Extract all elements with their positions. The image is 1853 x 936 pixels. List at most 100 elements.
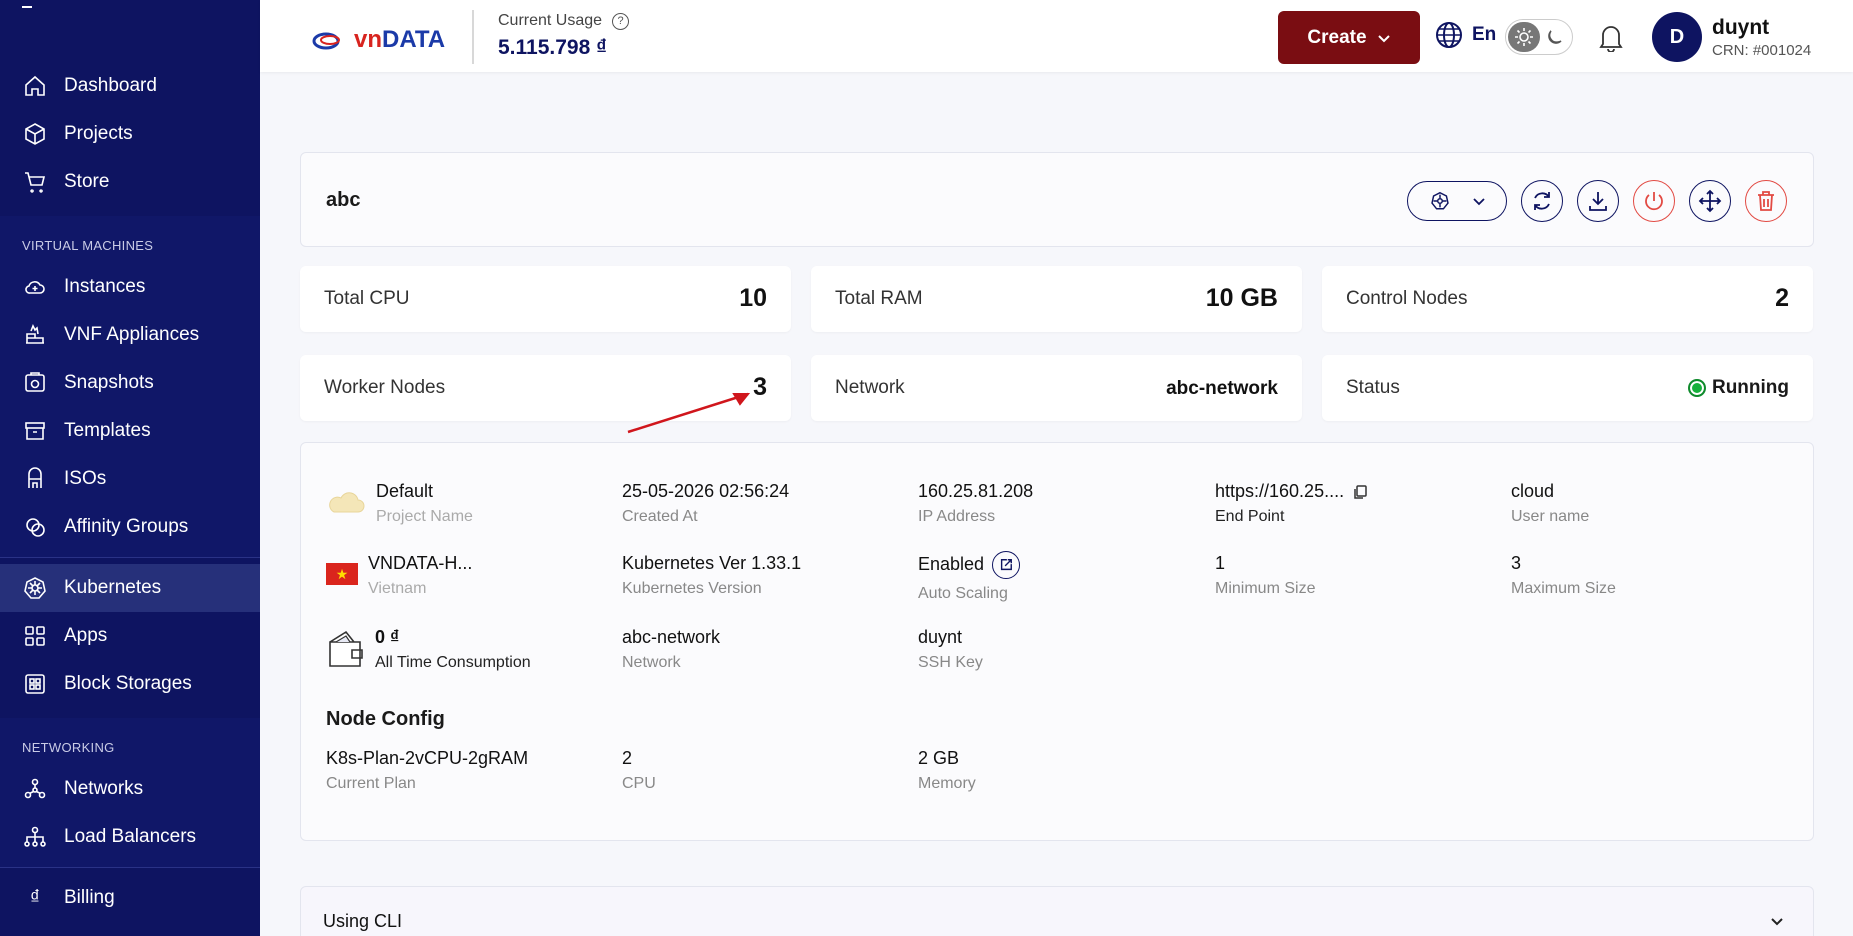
power-button[interactable] xyxy=(1633,180,1675,222)
maximum-size-cell: 3 Maximum Size xyxy=(1511,553,1616,598)
sidebar-item-label: Instances xyxy=(64,276,146,297)
group-title: NETWORKING xyxy=(22,740,115,755)
wallet-icon xyxy=(329,630,363,667)
kubernetes-version-cell: Kubernetes Ver 1.33.1 Kubernetes Version xyxy=(622,553,801,598)
node-memory-label: Memory xyxy=(918,775,976,792)
user-crn: CRN: #001024 xyxy=(1712,42,1812,59)
node-memory: 2 GB xyxy=(918,748,960,768)
cluster-name: abc xyxy=(326,189,361,211)
sidebar: Dashboard Projects Store VIRTUAL MACHINE… xyxy=(0,0,260,936)
sidebar-item-block-storages[interactable]: Block Storages xyxy=(0,660,260,708)
menu-toggle[interactable] xyxy=(22,6,32,8)
edit-autoscale-icon[interactable] xyxy=(992,551,1021,579)
avatar[interactable]: D xyxy=(1652,12,1702,62)
username-label: User name xyxy=(1511,508,1590,525)
node-cpu-cell: 2 CPU xyxy=(622,748,656,793)
dong-icon: ₫ xyxy=(29,886,41,909)
node-memory-cell: 2 GB Memory xyxy=(918,748,976,793)
help-icon[interactable]: ? xyxy=(612,12,630,30)
sidebar-item-billing[interactable]: ₫ Billing xyxy=(0,874,260,922)
user-info[interactable]: duynt CRN: #001024 xyxy=(1712,16,1811,59)
endpoint-value: https://160.25.... xyxy=(1215,481,1345,501)
ip-address: 160.25.81.208 xyxy=(918,481,1034,501)
network-icon xyxy=(22,776,48,802)
username: cloud xyxy=(1511,481,1555,501)
sidebar-item-label: Billing xyxy=(64,887,115,908)
trash-icon xyxy=(1758,191,1774,211)
sidebar-item-networks[interactable]: Networks xyxy=(0,765,260,813)
stat-value: 2 xyxy=(1775,284,1789,312)
using-cli-title: Using CLI xyxy=(323,911,403,931)
language-switcher[interactable]: En xyxy=(1434,20,1496,50)
sidebar-item-store[interactable]: Store xyxy=(0,158,260,206)
cart-icon xyxy=(22,169,48,195)
sidebar-item-label: Snapshots xyxy=(64,372,154,393)
minimum-size-cell: 1 Minimum Size xyxy=(1215,553,1315,598)
maximum-size-label: Maximum Size xyxy=(1511,580,1616,597)
stat-value: 10 xyxy=(739,284,767,312)
sidebar-item-apps[interactable]: Apps xyxy=(0,612,260,660)
status-text: Running xyxy=(1711,377,1789,398)
apps-icon xyxy=(22,623,48,649)
home-icon xyxy=(22,73,48,99)
stat-total-ram: Total RAM 10 GB xyxy=(811,266,1302,332)
user-name: duynt xyxy=(1712,16,1770,39)
stat-label: Total CPU xyxy=(324,288,410,309)
annotation-arrow-icon xyxy=(627,392,751,434)
create-button[interactable]: Create xyxy=(1278,11,1420,64)
node-cpu: 2 xyxy=(622,748,633,768)
stat-total-cpu: Total CPU 10 xyxy=(300,266,791,332)
created-at-cell: 25-05-2026 02:56:24 Created At xyxy=(622,481,789,526)
sidebar-item-vnf-appliances[interactable]: VNF Appliances xyxy=(0,311,260,359)
camera-icon xyxy=(22,370,48,396)
sidebar-item-dashboard[interactable]: Dashboard xyxy=(0,62,260,110)
copy-icon[interactable] xyxy=(1352,484,1368,500)
current-plan: K8s-Plan-2vCPU-2gRAM xyxy=(326,748,529,768)
stat-label: Control Nodes xyxy=(1346,288,1468,309)
kubernetes-icon xyxy=(22,575,48,601)
sidebar-item-kubernetes[interactable]: Kubernetes xyxy=(0,564,260,612)
vndata-logo[interactable]: vn DATA xyxy=(312,26,445,54)
using-cli-accordion[interactable]: Using CLI xyxy=(300,886,1814,936)
refresh-icon xyxy=(1534,192,1550,210)
power-icon xyxy=(1645,192,1663,211)
delete-button[interactable] xyxy=(1745,180,1787,222)
globe-icon xyxy=(1436,22,1462,48)
download-config-button[interactable] xyxy=(1577,180,1619,222)
sidebar-item-templates[interactable]: Templates xyxy=(0,407,260,455)
sidebar-item-load-balancers[interactable]: Load Balancers xyxy=(0,813,260,861)
logo-vn-text: vn xyxy=(354,26,383,53)
sidebar-item-affinity-groups[interactable]: Affinity Groups xyxy=(0,503,260,551)
current-plan-label: Current Plan xyxy=(326,775,416,792)
bell-icon[interactable] xyxy=(1597,22,1625,52)
sidebar-item-projects[interactable]: Projects xyxy=(0,110,260,158)
network-cell: abc-network Network xyxy=(622,627,720,672)
sidebar-item-label: Load Balancers xyxy=(64,826,197,847)
sidebar-item-instances[interactable]: Instances xyxy=(0,263,260,311)
vietnam-flag-icon: ★ xyxy=(326,563,358,585)
language-label: En xyxy=(1472,24,1497,45)
theme-toggle[interactable] xyxy=(1505,19,1573,55)
header-divider xyxy=(472,10,474,64)
group-title: VIRTUAL MACHINES xyxy=(22,238,154,253)
moon-icon xyxy=(1548,30,1562,44)
affinity-icon xyxy=(22,514,48,540)
ssh-key-cell: duynt SSH Key xyxy=(918,627,983,672)
sidebar-item-isos[interactable]: ISOs xyxy=(0,455,260,503)
sidebar-item-label: VNF Appliances xyxy=(64,324,200,345)
kubernetes-icon xyxy=(1430,191,1449,210)
scale-button[interactable] xyxy=(1689,180,1731,222)
chevron-down-icon xyxy=(1377,34,1390,42)
current-plan-cell: K8s-Plan-2vCPU-2gRAM Current Plan xyxy=(326,748,528,793)
sidebar-item-snapshots[interactable]: Snapshots xyxy=(0,359,260,407)
box-icon xyxy=(22,418,48,444)
kubernetes-dashboard-dropdown[interactable] xyxy=(1407,181,1507,221)
sidebar-item-label: Templates xyxy=(64,420,151,441)
refresh-button[interactable] xyxy=(1521,180,1563,222)
created-at: 25-05-2026 02:56:24 xyxy=(622,481,790,501)
stat-label: Status xyxy=(1346,377,1400,398)
status-badge: Running xyxy=(1687,377,1789,399)
load-balancer-icon xyxy=(22,824,48,850)
sidebar-item-label: Projects xyxy=(64,123,133,144)
username-cell: cloud User name xyxy=(1511,481,1589,526)
